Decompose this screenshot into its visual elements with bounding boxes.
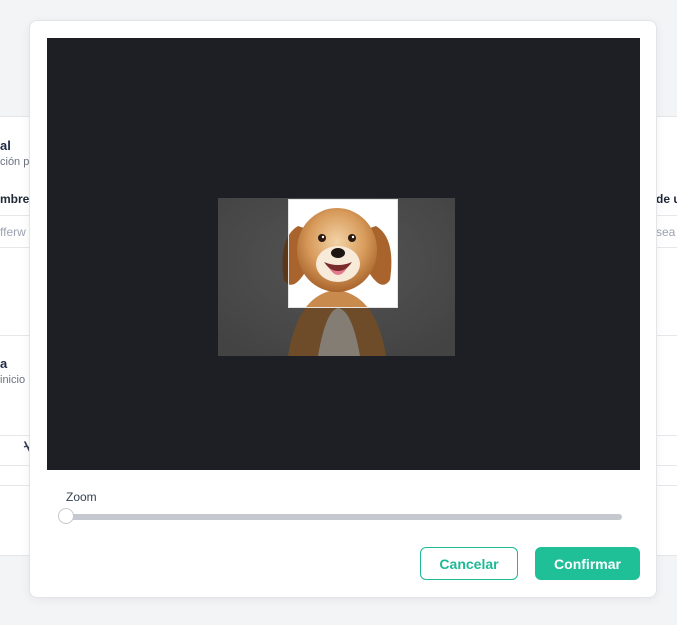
zoom-slider-thumb[interactable]	[58, 508, 74, 524]
crop-area[interactable]	[47, 38, 640, 470]
zoom-label: Zoom	[66, 490, 97, 504]
section-subtitle: ción p	[0, 156, 30, 168]
crop-selection[interactable]	[288, 199, 398, 308]
dog-photo	[218, 198, 455, 356]
text-input[interactable]: sea	[656, 225, 675, 239]
text-input[interactable]: fferw	[0, 225, 26, 239]
cancel-button[interactable]: Cancelar	[420, 547, 518, 580]
section-subtitle: inicio	[0, 374, 26, 386]
dog-photo-cropped	[289, 200, 397, 307]
section-title: a	[0, 356, 8, 371]
section-title: al	[0, 138, 11, 153]
field-label: mbre	[0, 192, 30, 206]
zoom-slider-track[interactable]	[66, 514, 622, 520]
image-crop-modal: Zoom Cancelar Confirmar	[29, 20, 657, 598]
confirm-button[interactable]: Confirmar	[535, 547, 640, 580]
field-label: de u	[656, 192, 677, 206]
